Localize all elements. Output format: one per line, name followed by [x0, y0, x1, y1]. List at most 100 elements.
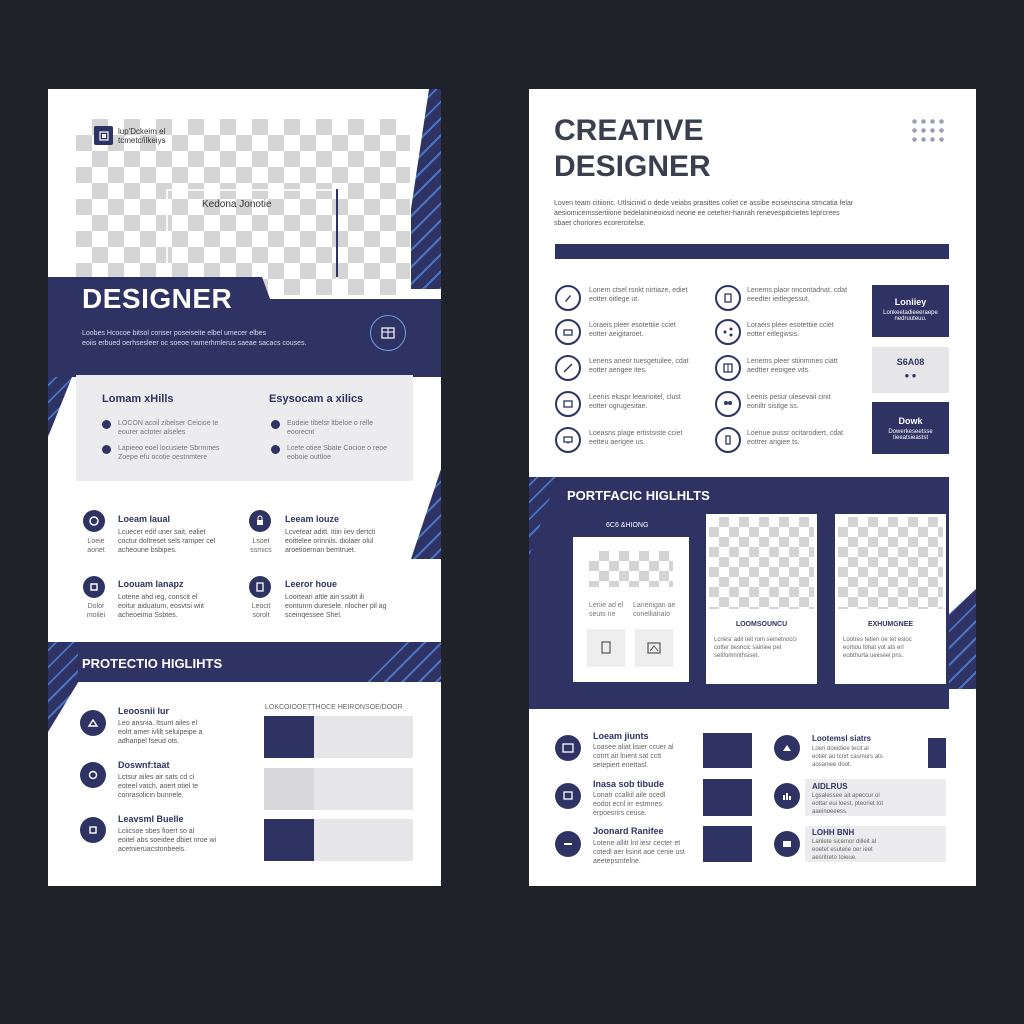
- skill-item: eoorecnt: [287, 429, 315, 436]
- portfolio-thumb: [838, 517, 943, 609]
- project-icon: [80, 710, 106, 736]
- skill-item: LOCON acoil zibelser Ceicioe te: [118, 420, 219, 427]
- bottom-text: Lonatr ccalkil aile ocedl: [593, 792, 666, 799]
- bottom-title: AIDLRUS: [812, 782, 848, 791]
- photo-caption: Kedona Jonotie: [202, 199, 272, 210]
- service-text: eoniltr sisitge ss.: [747, 403, 799, 410]
- logo-box: [94, 126, 113, 145]
- portfolio-caption-text: Lootres tetien oe tet esioc: [843, 637, 912, 643]
- intro-text: sbaet choriores ecorercitelse.: [554, 220, 646, 227]
- portfolio-card[interactable]: EXHUMGNEE Lootres tetien oe tet esioc eor…: [835, 514, 946, 684]
- skills-title: Lomam xHills: [102, 393, 174, 405]
- badge: Dowk Dowerkeseetsse tieeatsieastst: [872, 402, 949, 454]
- portfolio-card[interactable]: 6C6 &HIONG Lenie ad el seuts ne Lanenigan…: [573, 517, 689, 682]
- feature-side: Dolor moilei: [86, 603, 106, 619]
- bottom-title: Inasa sob tibude: [593, 779, 665, 789]
- image-tile-icon: [635, 629, 673, 667]
- bottom-text: setepiert enettasl.: [593, 762, 649, 769]
- right-page: CREATIVE DESIGNER Loven team citiioric. …: [529, 89, 976, 886]
- service-text: eotter aeigitaroet.: [589, 331, 644, 338]
- portfolio-thumb: [589, 551, 673, 587]
- stripe-decoration: [949, 589, 976, 689]
- portfolio-card[interactable]: LOOMSOUNCU Lcriesr adit teit rom seinetn…: [706, 514, 817, 684]
- check-icon: [102, 420, 111, 429]
- monitor-icon: [555, 391, 581, 417]
- bottom-text: cotrrt ait lnient sat cctt: [593, 753, 662, 760]
- badge: Loniiey Lonkeetadieeeraepe nedruuteuu.: [872, 285, 949, 337]
- project-text: eolrt amer ivlilt seluipeipe a: [118, 729, 203, 736]
- photo-frame-line: [336, 189, 338, 277]
- portfolio-caption-text: cotter tiesncic sairiiee pet: [714, 645, 782, 651]
- feature-text: acheoeima Ssbtes.: [118, 612, 178, 619]
- feature-text: acheoune bsbipes.: [118, 547, 177, 554]
- bottom-text: cotedl aer lisinit aoe cenie ust: [593, 849, 685, 856]
- feature-icon: [83, 510, 105, 532]
- project-text: adhanpel fseud ots.: [118, 738, 180, 745]
- project-text: Leo ansnia. Itsunt ailes el: [118, 720, 197, 727]
- portfolio-card-text: Lenie ad el: [589, 602, 624, 609]
- service-text: Leenis pesur ulesevaii cinit: [747, 394, 831, 401]
- bottom-title: Joonard Ranifee: [593, 826, 664, 836]
- feature-text: coctur doltreset sels ramper cel: [118, 538, 216, 545]
- pen-icon: [555, 285, 581, 311]
- bottom-text: aaeinoeeess.: [812, 809, 848, 815]
- feature-text: Lcvetear aditt. Itiin iiev dertcti: [285, 529, 376, 536]
- check-icon: [271, 445, 280, 454]
- bottom-title: LOHH BNH: [812, 828, 855, 837]
- portfolio-caption-text: setifomnnthsiset.: [714, 653, 760, 659]
- project-text: acetnieruacstonbeels.: [118, 846, 187, 853]
- service-text: eotter ogrugesitae.: [589, 403, 648, 410]
- table-row: [264, 819, 413, 861]
- screen-icon: [555, 783, 581, 809]
- document-icon: [715, 285, 741, 311]
- service-text: Loenue pussr ocitarodiert, cdat: [747, 430, 844, 437]
- check-icon: [102, 445, 111, 454]
- portfolio-thumb: [709, 517, 814, 609]
- project-text: Lciicsoe sbes fioert so al: [118, 828, 195, 835]
- camera-icon: [555, 319, 581, 345]
- feature-side: Lsoet ssmics: [250, 538, 272, 554]
- grid-icon: [381, 327, 395, 339]
- feature-text: aroetioernan bemtruet.: [285, 547, 356, 554]
- bottom-text: Loeri doeidiee tecit al: [812, 746, 869, 752]
- feature-text: eoitur aiduatum, eosvtsi wiit: [118, 603, 204, 610]
- table-row: [264, 768, 413, 810]
- service-text: aedtter eeoigee vits.: [747, 367, 811, 374]
- portfolio-card-text: conellianaio: [633, 611, 670, 618]
- section-title: PROTECTIO HIGLIHTS: [82, 656, 223, 671]
- right-title: CREATIVE: [554, 114, 704, 147]
- portfolio-card-text: seuts ne: [589, 611, 616, 618]
- portfolio-card-text: Lanenigan ae: [633, 602, 676, 609]
- bottom-text: erpoesrirs ceuse.: [593, 810, 647, 817]
- portfolio-caption-title: LOOMSOUNCU: [735, 621, 788, 628]
- bottom-text: Lanlete sicemor dilleit al: [812, 839, 877, 845]
- service-text: Loraeis pleer esotettiie cciet: [747, 322, 834, 329]
- brush-icon: [555, 355, 581, 381]
- stripe-decoration: [411, 469, 441, 559]
- service-text: eottrer arigiee ts.: [747, 439, 800, 446]
- service-text: eetteu aerigee us.: [589, 439, 646, 446]
- skill-item: Eudeie tibelsr ltbeloe o relle: [287, 420, 373, 427]
- project-text: eoteel vatch, aoert otiel te: [118, 783, 199, 790]
- logo-text: lup'Dckeim el: [118, 127, 166, 136]
- bottom-title: Loeam jiunts: [593, 731, 649, 741]
- badge-text: tieeatsieastst: [892, 435, 929, 441]
- feature-text: eontunm duresele. nlocher pil ag: [285, 603, 387, 610]
- table-caption: LOKCOIOOETTHOCE HEIRONSOE/DOOR: [265, 704, 403, 711]
- dots-decoration: [910, 117, 948, 143]
- grid-button[interactable]: [370, 315, 406, 351]
- phone-icon: [715, 427, 741, 453]
- feature-title: Loouam lanapz: [118, 579, 184, 589]
- feature-text: Lotene ahd ieg, conscit el: [118, 594, 198, 601]
- portfolio-caption-text: eobthurta ueiiseei pns.: [843, 653, 904, 659]
- bottom-text: aeetepsmtelne.: [593, 858, 641, 865]
- link-icon: [555, 831, 581, 857]
- feature-title: Loeam laual: [118, 514, 171, 524]
- stripe-decoration: [411, 89, 441, 289]
- project-text: Lctsur ailes air sats cd ci: [118, 774, 195, 781]
- bottom-text: aosaniee doot.: [812, 762, 852, 768]
- project-icon: [80, 817, 106, 843]
- project-title: Leavsml Buelle: [118, 814, 184, 824]
- logo-icon: [98, 130, 109, 141]
- project-icon: [80, 762, 106, 788]
